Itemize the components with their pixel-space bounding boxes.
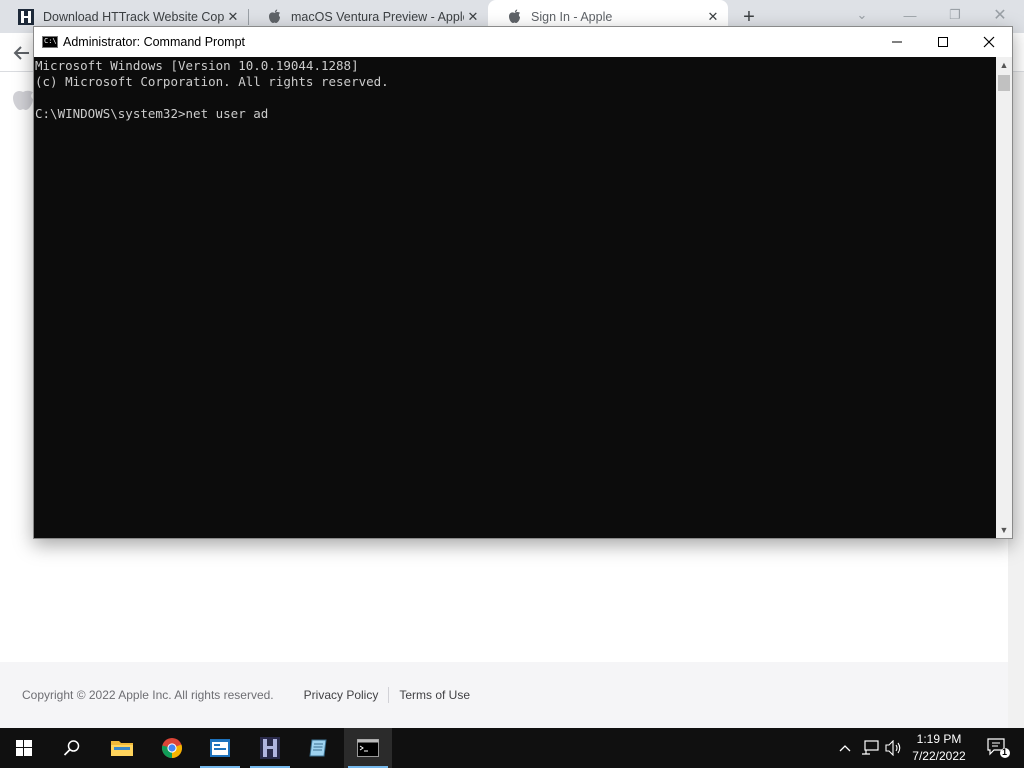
apple-icon xyxy=(266,9,282,25)
console-line: (c) Microsoft Corporation. All rights re… xyxy=(35,74,389,89)
cmd-taskbar-button[interactable] xyxy=(344,728,392,768)
restore-icon[interactable]: ❐ xyxy=(935,4,975,26)
network-icon[interactable] xyxy=(858,728,882,768)
notification-badge: 1 xyxy=(1002,747,1008,757)
console-line: Microsoft Windows [Version 10.0.19044.12… xyxy=(35,58,359,73)
maximize-button[interactable] xyxy=(920,27,966,57)
scrollbar-thumb[interactable] xyxy=(998,75,1010,91)
console-scrollbar[interactable]: ▲ ▼ xyxy=(996,57,1012,538)
terms-of-use-link[interactable]: Terms of Use xyxy=(399,688,470,702)
search-button[interactable] xyxy=(48,728,96,768)
tab-title: macOS Ventura Preview - Apple xyxy=(291,9,464,24)
close-icon[interactable]: ✕ xyxy=(224,8,242,26)
chrome-button[interactable] xyxy=(148,728,196,768)
window-title: Administrator: Command Prompt xyxy=(63,35,246,49)
minimize-icon xyxy=(892,41,902,43)
new-tab-button[interactable]: + xyxy=(738,6,760,28)
console-prompt-line[interactable]: C:\WINDOWS\system32>net user ad xyxy=(35,106,268,122)
privacy-policy-link[interactable]: Privacy Policy xyxy=(304,688,379,702)
arrow-left-icon xyxy=(13,46,29,60)
back-button[interactable] xyxy=(10,41,34,65)
notification-center-button[interactable]: 1 xyxy=(978,728,1018,768)
close-icon[interactable]: ✕ xyxy=(704,8,722,26)
apple-icon xyxy=(506,9,522,25)
tab-title: Download HTTrack Website Copi xyxy=(43,9,224,24)
clock-date: 7/22/2022 xyxy=(912,749,966,763)
httrack-taskbar-button[interactable] xyxy=(246,728,294,768)
taskbar-app-button[interactable] xyxy=(196,728,244,768)
scroll-down-icon[interactable]: ▼ xyxy=(996,522,1012,538)
minimize-button[interactable] xyxy=(874,27,920,57)
search-icon xyxy=(63,740,80,756)
httrack-icon xyxy=(18,8,34,25)
app-icon xyxy=(210,739,230,757)
start-button[interactable] xyxy=(0,728,48,768)
notepad-button[interactable] xyxy=(294,728,342,768)
copyright-text: Copyright © 2022 Apple Inc. All rights r… xyxy=(22,688,274,702)
tab-title: Sign In - Apple xyxy=(531,9,613,24)
maximize-icon xyxy=(938,37,948,47)
close-icon[interactable]: ✕ xyxy=(980,4,1020,26)
apple-logo-icon xyxy=(12,86,34,112)
clock-time: 1:19 PM xyxy=(916,732,962,746)
cmd-icon[interactable]: C:\ xyxy=(42,36,58,48)
command-prompt-window[interactable]: C:\ Administrator: Command Prompt Micros… xyxy=(33,26,1013,539)
minimize-icon[interactable]: — xyxy=(890,4,930,26)
cmd-icon xyxy=(357,739,379,757)
taskbar: 1:19 PM 7/22/2022 1 xyxy=(0,728,1024,768)
file-explorer-icon xyxy=(111,741,133,756)
console-output[interactable]: Microsoft Windows [Version 10.0.19044.12… xyxy=(34,57,996,538)
close-icon[interactable]: ✕ xyxy=(464,8,482,26)
chevron-up-icon[interactable] xyxy=(833,728,857,768)
page-footer: Copyright © 2022 Apple Inc. All rights r… xyxy=(0,662,1008,728)
volume-icon[interactable] xyxy=(882,728,906,768)
cmd-title-bar[interactable]: C:\ Administrator: Command Prompt xyxy=(34,27,1012,57)
system-clock[interactable]: 1:19 PM 7/22/2022 xyxy=(906,731,972,765)
close-button[interactable] xyxy=(966,27,1012,57)
start-icon xyxy=(16,740,32,756)
footer-divider xyxy=(388,687,390,703)
chevron-down-icon[interactable]: ⌄ xyxy=(842,4,882,26)
close-icon xyxy=(983,36,995,48)
scroll-up-icon[interactable]: ▲ xyxy=(996,57,1012,73)
file-explorer-button[interactable] xyxy=(98,728,146,768)
chrome-icon xyxy=(161,738,183,759)
notepad-icon xyxy=(309,739,327,757)
httrack-icon xyxy=(260,737,280,759)
